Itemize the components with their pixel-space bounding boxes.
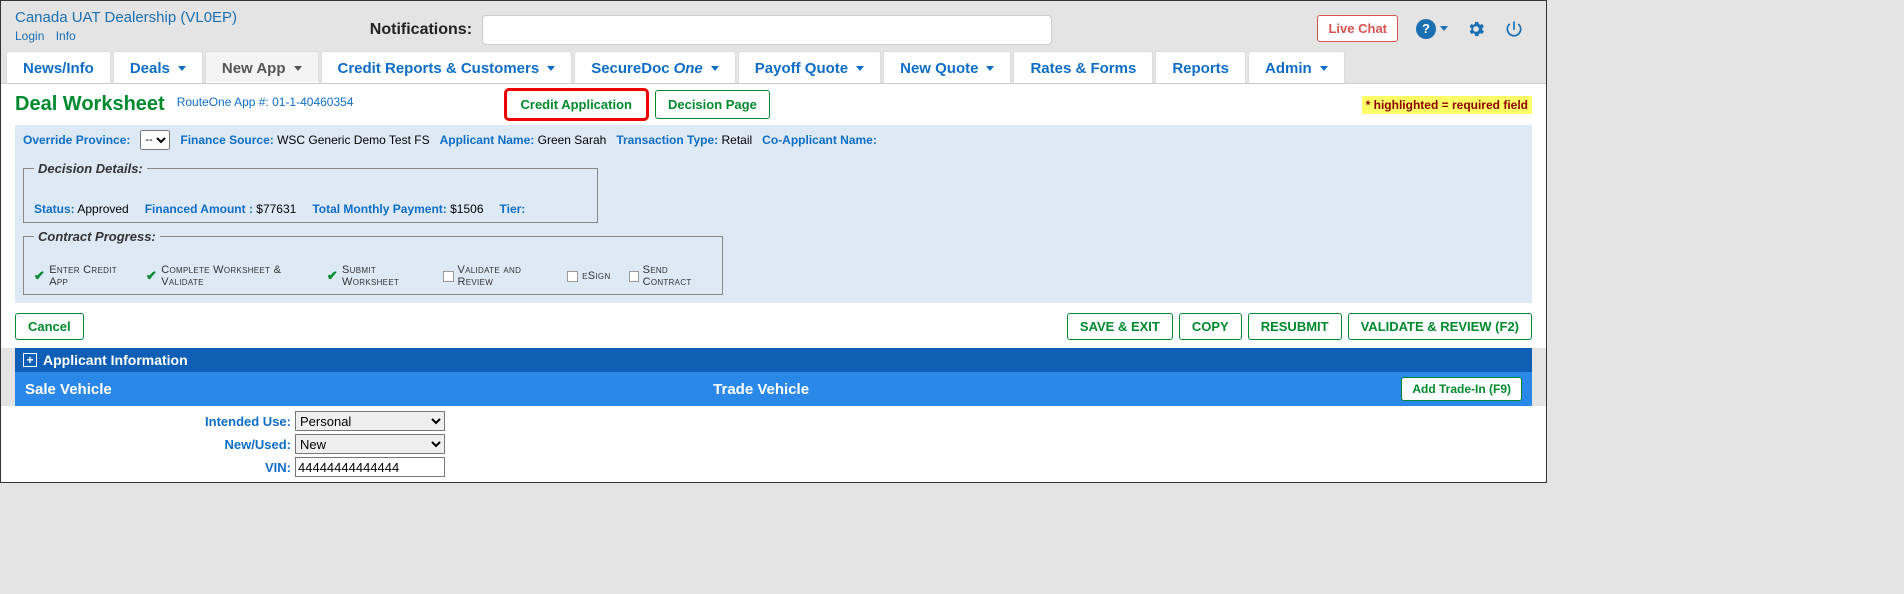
check-icon: ✔ [34, 268, 45, 284]
tab-new-app[interactable]: New App [205, 51, 319, 83]
step-send-contract: Send Contract [643, 264, 712, 288]
page-title: Deal Worksheet [15, 93, 165, 116]
check-icon: ✔ [146, 268, 157, 284]
app-number: RouteOne App #: 01-1-40460354 [177, 95, 354, 109]
vehicle-section-header: Sale Vehicle Trade Vehicle Add Trade-In … [15, 372, 1532, 406]
tab-deals[interactable]: Deals [113, 51, 203, 83]
main-nav: News/Info Deals New App Credit Reports &… [1, 51, 1546, 84]
required-field-note: * highlighted = required field [1362, 96, 1532, 114]
decision-page-button[interactable]: Decision Page [655, 90, 770, 119]
info-link[interactable]: Info [56, 29, 76, 43]
add-trade-in-button[interactable]: Add Trade-In (F9) [1401, 377, 1522, 401]
contract-progress-fieldset: Contract Progress: ✔Enter Credit App ✔Co… [23, 229, 723, 295]
dealer-name: Canada UAT Dealership (VL0EP) [15, 9, 237, 26]
unchecked-box-icon [567, 271, 578, 282]
monthly-payment-value: $1506 [450, 202, 483, 216]
step-esign: eSign [582, 270, 610, 282]
monthly-payment-label: Total Monthly Payment: [312, 202, 446, 216]
vin-input[interactable] [295, 457, 445, 477]
step-submit-worksheet: Submit Worksheet [342, 264, 425, 288]
override-province-select[interactable]: -- [140, 130, 170, 150]
new-used-label: New/Used: [15, 437, 295, 452]
applicant-name-label: Applicant Name: [440, 133, 535, 147]
intended-use-label: Intended Use: [15, 414, 295, 429]
step-validate-review: Validate and Review [458, 264, 550, 288]
tab-securedoc[interactable]: SecureDocOne [574, 51, 736, 83]
caret-down-icon [1320, 66, 1328, 71]
gear-icon [1466, 19, 1486, 39]
resubmit-button[interactable]: RESUBMIT [1248, 313, 1342, 340]
finance-source-value: WSC Generic Demo Test FS [277, 133, 429, 147]
caret-down-icon [178, 66, 186, 71]
decision-details-legend: Decision Details: [34, 161, 147, 176]
financed-amount-label: Financed Amount : [145, 202, 253, 216]
tab-news-info[interactable]: News/Info [6, 51, 111, 83]
validate-review-button[interactable]: VALIDATE & REVIEW (F2) [1348, 313, 1532, 340]
financed-amount-value: $77631 [256, 202, 296, 216]
unchecked-box-icon [629, 271, 639, 282]
caret-down-icon [856, 66, 864, 71]
settings-button[interactable] [1466, 19, 1486, 39]
notifications-panel [482, 15, 1052, 45]
logout-button[interactable] [1504, 19, 1524, 39]
step-complete-worksheet: Complete Worksheet & Validate [161, 264, 309, 288]
help-dropdown[interactable]: ? [1416, 19, 1448, 39]
applicant-info-title: Applicant Information [43, 352, 188, 368]
sale-vehicle-title: Sale Vehicle [25, 381, 713, 398]
transaction-type-label: Transaction Type: [616, 133, 718, 147]
step-enter-credit: Enter Credit App [49, 264, 128, 288]
status-label: Status: [34, 202, 75, 216]
save-exit-button[interactable]: SAVE & EXIT [1067, 313, 1173, 340]
caret-down-icon [711, 66, 719, 71]
status-value: Approved [77, 202, 128, 216]
caret-down-icon [294, 66, 302, 71]
caret-down-icon [547, 66, 555, 71]
power-icon [1504, 19, 1524, 39]
deal-summary-strip: Override Province: -- Finance Source: WS… [15, 125, 1532, 155]
login-link[interactable]: Login [15, 29, 44, 43]
live-chat-button[interactable]: Live Chat [1317, 15, 1398, 42]
caret-down-icon [986, 66, 994, 71]
unchecked-box-icon [443, 271, 453, 282]
coapplicant-name-label: Co-Applicant Name: [762, 133, 877, 147]
tier-label: Tier: [500, 202, 526, 216]
vin-label: VIN: [15, 460, 295, 475]
tab-payoff-quote[interactable]: Payoff Quote [738, 51, 881, 83]
credit-application-button[interactable]: Credit Application [506, 90, 647, 119]
expand-icon: + [23, 353, 37, 367]
intended-use-select[interactable]: Personal [295, 411, 445, 431]
tab-reports[interactable]: Reports [1155, 51, 1246, 83]
notifications-label: Notifications: [370, 21, 472, 39]
tab-rates-forms[interactable]: Rates & Forms [1013, 51, 1153, 83]
caret-down-icon [1440, 26, 1448, 31]
new-used-select[interactable]: New [295, 434, 445, 454]
override-province-label: Override Province: [23, 133, 130, 147]
finance-source-label: Finance Source: [180, 133, 273, 147]
cancel-button[interactable]: Cancel [15, 313, 84, 340]
check-icon: ✔ [327, 268, 338, 284]
tab-admin[interactable]: Admin [1248, 51, 1345, 83]
copy-button[interactable]: COPY [1179, 313, 1242, 340]
help-icon: ? [1416, 19, 1436, 39]
contract-progress-legend: Contract Progress: [34, 229, 160, 244]
tab-new-quote[interactable]: New Quote [883, 51, 1011, 83]
tab-credit-reports[interactable]: Credit Reports & Customers [321, 51, 573, 83]
applicant-name-value: Green Sarah [538, 133, 607, 147]
decision-details-fieldset: Decision Details: Status: Approved Finan… [23, 161, 598, 223]
trade-vehicle-title: Trade Vehicle [713, 381, 1401, 398]
applicant-info-header[interactable]: + Applicant Information [15, 348, 1532, 372]
transaction-type-value: Retail [721, 133, 752, 147]
